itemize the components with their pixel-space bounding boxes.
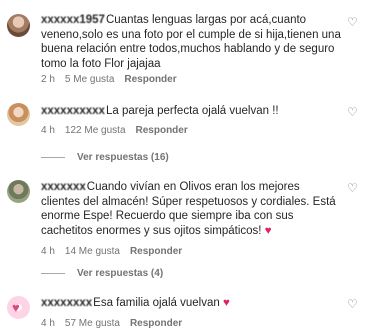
comment-time: 4 h — [41, 125, 55, 136]
avatar[interactable] — [7, 103, 30, 126]
heart-outline-icon[interactable]: ♡ — [347, 106, 359, 118]
comment-body: xxxxxxxCuando vivían en Olivos eran los … — [41, 180, 341, 238]
heart-icon: ♥ — [12, 300, 20, 315]
reply-button[interactable]: Responder — [124, 74, 176, 85]
reply-button[interactable]: Responder — [130, 318, 182, 329]
comment-time: 4 h — [41, 318, 55, 329]
view-replies-label[interactable]: Ver respuestas (4) — [77, 268, 163, 279]
avatar[interactable] — [7, 14, 30, 37]
reply-button[interactable]: Responder — [130, 246, 182, 257]
comment-body: xxxxxxxxxxLa pareja perfecta ojalá vuelv… — [41, 104, 341, 119]
username[interactable]: xxxxxxx — [41, 180, 86, 195]
heart-outline-icon[interactable]: ♡ — [347, 16, 359, 28]
comment-time: 2 h — [41, 74, 55, 85]
comment-time: 4 h — [41, 246, 55, 257]
comment-meta: 4 h 14 Me gusta Responder — [41, 246, 192, 257]
username[interactable]: xxxxxxxxxx — [41, 104, 105, 119]
comment-meta: 4 h 122 Me gusta Responder — [41, 125, 198, 136]
comment-body: xxxxxx1957Cuantas lenguas largas por acá… — [41, 13, 341, 71]
avatar[interactable] — [7, 180, 30, 203]
heart-outline-icon[interactable]: ♡ — [347, 298, 359, 310]
heart-outline-icon[interactable]: ♡ — [347, 182, 359, 194]
view-replies-button[interactable]: Ver respuestas (4) — [41, 268, 163, 279]
red-heart-emoji: ♥ — [222, 297, 230, 309]
username[interactable]: xxxxxx1957 — [41, 13, 105, 28]
like-count[interactable]: 5 Me gusta — [65, 74, 114, 85]
avatar[interactable]: ♥ — [7, 296, 30, 319]
like-count[interactable]: 57 Me gusta — [65, 318, 120, 329]
replies-divider — [41, 272, 65, 274]
replies-divider — [41, 156, 65, 158]
like-count[interactable]: 14 Me gusta — [65, 246, 120, 257]
view-replies-label[interactable]: Ver respuestas (16) — [77, 152, 169, 163]
like-count[interactable]: 122 Me gusta — [65, 125, 126, 136]
username[interactable]: xxxxxxxx — [41, 296, 92, 311]
comment-text: Esa familia ojalá vuelvan — [93, 297, 220, 309]
comment-body: xxxxxxxxEsa familia ojalá vuelvan ♥ — [41, 296, 341, 311]
comment-meta: 2 h 5 Me gusta Responder — [41, 74, 187, 85]
comment-meta: 4 h 57 Me gusta Responder — [41, 318, 192, 329]
comment-text: La pareja perfecta ojalá vuelvan !! — [105, 105, 279, 117]
red-heart-emoji: ♥ — [264, 224, 272, 237]
reply-button[interactable]: Responder — [136, 125, 188, 136]
view-replies-button[interactable]: Ver respuestas (16) — [41, 152, 169, 163]
